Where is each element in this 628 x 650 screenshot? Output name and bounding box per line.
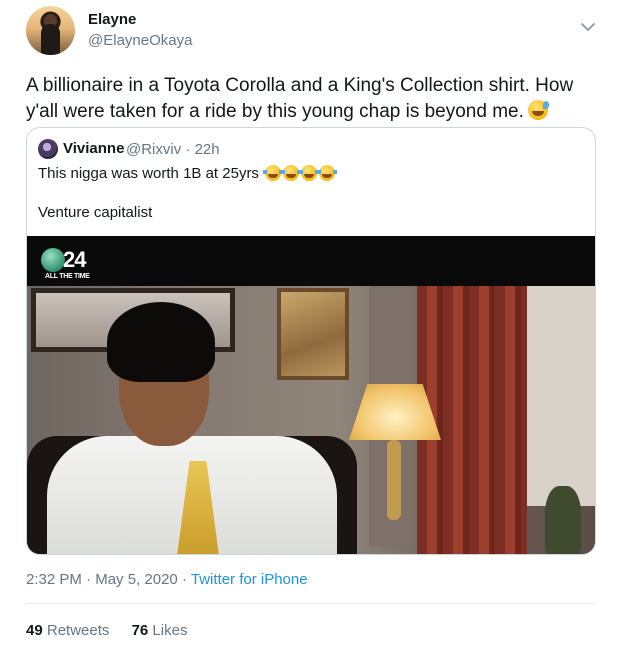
media-right-window <box>527 286 595 506</box>
tweet-timestamp-line: 2:32 PM · May 5, 2020 · Twitter for iPho… <box>26 571 308 588</box>
divider <box>26 603 596 604</box>
quoted-text-line1-body: This nigga was worth 1B at 25yrs <box>38 165 259 182</box>
tweet-stats: 49 Retweets 76 Likes <box>26 622 187 639</box>
tweet-meta-dot: · <box>181 571 187 588</box>
author-display-name[interactable]: Elayne <box>88 11 136 28</box>
likes-stat[interactable]: 76 Likes <box>132 622 188 639</box>
channel-tagline: ALL THE TIME <box>45 273 90 280</box>
channel-number: 24 <box>63 247 87 272</box>
quoted-avatar <box>38 139 58 159</box>
tweet-text: A billionaire in a Toyota Corolla and a … <box>26 73 596 125</box>
tweet-time[interactable]: 2:32 PM <box>26 571 82 588</box>
chevron-down-icon[interactable] <box>579 20 597 34</box>
likes-label: Likes <box>152 622 188 639</box>
tears-of-joy-emoji-icon <box>299 165 320 181</box>
author-avatar[interactable] <box>26 6 75 55</box>
likes-count: 76 <box>131 622 149 639</box>
tweet-text-body: A billionaire in a Toyota Corolla and a … <box>26 75 574 122</box>
quoted-display-name: Vivianne <box>63 140 125 157</box>
media-person-hair <box>107 302 215 382</box>
quoted-time: 22h <box>194 141 220 158</box>
retweets-label: Retweets <box>46 622 110 639</box>
retweets-stat[interactable]: 49 Retweets <box>26 622 114 639</box>
channel-globe-icon <box>41 248 65 272</box>
quoted-separator: · <box>185 141 191 158</box>
quoted-meta: @Rixviv · 22h <box>126 141 220 158</box>
quoted-handle: @Rixviv <box>126 141 182 158</box>
tears-of-joy-emoji-icon <box>263 165 284 181</box>
quoted-tweet[interactable]: Vivianne @Rixviv · 22h This nigga was wo… <box>26 127 596 555</box>
tweet-source-link[interactable]: Twitter for iPhone <box>191 571 308 588</box>
avatar-figure-body <box>41 24 60 55</box>
quoted-text-line2: Venture capitalist <box>38 204 153 221</box>
media-plant <box>545 486 581 554</box>
tweet: Elayne @ElayneOkaya A billionaire in a T… <box>0 0 628 650</box>
sweat-smile-emoji-icon <box>527 100 549 120</box>
tweet-date[interactable]: May 5, 2020 <box>95 571 178 588</box>
quoted-media-image[interactable]: 24 ALL THE TIME <box>27 236 595 554</box>
tears-of-joy-emoji-icon <box>317 165 338 181</box>
media-top-band <box>27 236 595 286</box>
tweet-meta-dot: · <box>86 571 92 588</box>
author-handle[interactable]: @ElayneOkaya <box>88 32 192 49</box>
channel-logo: 24 ALL THE TIME <box>41 247 111 282</box>
media-lamp-base <box>387 440 401 520</box>
media-painting <box>277 288 349 380</box>
tears-of-joy-emoji-icon <box>281 165 302 181</box>
retweets-count: 49 <box>26 622 43 639</box>
quoted-text-line1: This nigga was worth 1B at 25yrs <box>38 165 338 182</box>
